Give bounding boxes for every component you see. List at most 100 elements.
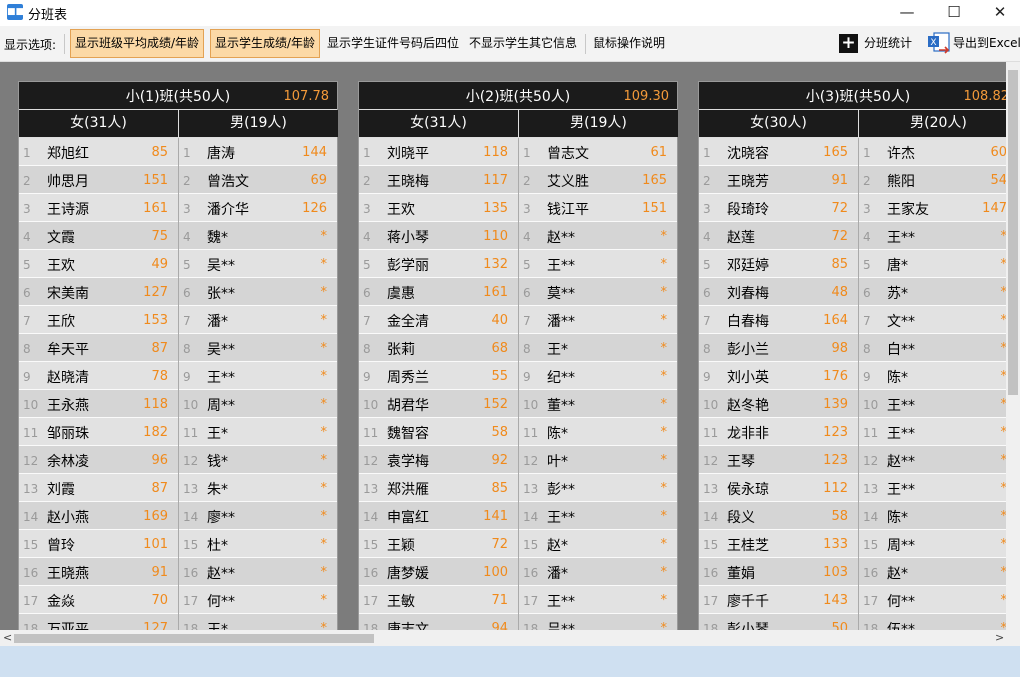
- student-row[interactable]: 10 胡君华 152: [359, 390, 518, 418]
- show-id-last-four-button[interactable]: 显示学生证件号码后四位: [323, 29, 463, 58]
- student-row[interactable]: 13 朱* *: [179, 474, 337, 502]
- minimize-button[interactable]: —: [884, 0, 930, 26]
- student-row[interactable]: 16 潘* *: [519, 558, 677, 586]
- student-row[interactable]: 11 龙非非 123: [699, 418, 858, 446]
- export-excel-button[interactable]: 导出到Excel: [949, 29, 1020, 58]
- class-header[interactable]: 小(3)班(共50人) 108.82: [699, 82, 1017, 109]
- student-row[interactable]: 10 董** *: [519, 390, 677, 418]
- student-row[interactable]: 3 王欢 135: [359, 194, 518, 222]
- student-row[interactable]: 11 邹丽珠 182: [19, 418, 178, 446]
- female-header[interactable]: 女(31人): [359, 110, 518, 137]
- student-row[interactable]: 2 帅思月 151: [19, 166, 178, 194]
- male-header[interactable]: 男(19人): [519, 110, 678, 137]
- student-row[interactable]: 2 王晓梅 117: [359, 166, 518, 194]
- scroll-left-icon[interactable]: <: [3, 631, 12, 644]
- student-row[interactable]: 11 陈* *: [519, 418, 677, 446]
- student-row[interactable]: 7 金全清 40: [359, 306, 518, 334]
- student-row[interactable]: 18 唐志文 94: [359, 614, 518, 630]
- student-row[interactable]: 17 王敏 71: [359, 586, 518, 614]
- student-row[interactable]: 17 廖千千 143: [699, 586, 858, 614]
- student-row[interactable]: 15 曾玲 101: [19, 530, 178, 558]
- student-row[interactable]: 7 文** *: [859, 306, 1017, 334]
- student-row[interactable]: 16 赵** *: [179, 558, 337, 586]
- student-row[interactable]: 13 刘霞 87: [19, 474, 178, 502]
- student-row[interactable]: 17 王** *: [519, 586, 677, 614]
- student-row[interactable]: 6 虞惠 161: [359, 278, 518, 306]
- student-row[interactable]: 12 余林凌 96: [19, 446, 178, 474]
- student-row[interactable]: 12 叶* *: [519, 446, 677, 474]
- student-row[interactable]: 16 赵* *: [859, 558, 1017, 586]
- class-header[interactable]: 小(2)班(共50人) 109.30: [359, 82, 677, 109]
- student-row[interactable]: 6 苏* *: [859, 278, 1017, 306]
- student-row[interactable]: 18 彭小琴 50: [699, 614, 858, 630]
- student-row[interactable]: 16 董娟 103: [699, 558, 858, 586]
- student-row[interactable]: 11 魏智容 58: [359, 418, 518, 446]
- student-row[interactable]: 15 周** *: [859, 530, 1017, 558]
- student-row[interactable]: 2 艾义胜 165: [519, 166, 677, 194]
- plus-icon[interactable]: +: [839, 34, 858, 53]
- student-row[interactable]: 4 王** *: [859, 222, 1017, 250]
- student-row[interactable]: 3 王诗源 161: [19, 194, 178, 222]
- scroll-right-icon[interactable]: >: [995, 631, 1004, 644]
- student-row[interactable]: 4 赵** *: [519, 222, 677, 250]
- student-row[interactable]: 9 赵晓清 78: [19, 362, 178, 390]
- student-row[interactable]: 7 王欣 153: [19, 306, 178, 334]
- student-row[interactable]: 3 钱江平 151: [519, 194, 677, 222]
- student-row[interactable]: 12 袁学梅 92: [359, 446, 518, 474]
- student-row[interactable]: 4 魏* *: [179, 222, 337, 250]
- student-row[interactable]: 15 赵* *: [519, 530, 677, 558]
- excel-icon[interactable]: X: [927, 32, 950, 54]
- student-row[interactable]: 15 王桂芝 133: [699, 530, 858, 558]
- mouse-help-button[interactable]: 鼠标操作说明: [589, 29, 669, 58]
- student-row[interactable]: 14 段义 58: [699, 502, 858, 530]
- student-row[interactable]: 2 王晓芳 91: [699, 166, 858, 194]
- student-row[interactable]: 12 赵** *: [859, 446, 1017, 474]
- student-row[interactable]: 10 王** *: [859, 390, 1017, 418]
- student-row[interactable]: 17 何** *: [179, 586, 337, 614]
- student-row[interactable]: 6 张** *: [179, 278, 337, 306]
- vertical-scrollbar[interactable]: [1006, 62, 1020, 630]
- student-row[interactable]: 14 王** *: [519, 502, 677, 530]
- student-row[interactable]: 18 王* *: [179, 614, 337, 630]
- student-row[interactable]: 6 刘春梅 48: [699, 278, 858, 306]
- student-row[interactable]: 4 文霞 75: [19, 222, 178, 250]
- student-row[interactable]: 2 熊阳 54: [859, 166, 1017, 194]
- student-row[interactable]: 13 王** *: [859, 474, 1017, 502]
- student-row[interactable]: 6 莫** *: [519, 278, 677, 306]
- student-row[interactable]: 4 赵莲 72: [699, 222, 858, 250]
- student-row[interactable]: 5 彭学丽 132: [359, 250, 518, 278]
- student-row[interactable]: 1 刘晓平 118: [359, 138, 518, 166]
- vertical-scroll-thumb[interactable]: [1008, 70, 1018, 395]
- student-row[interactable]: 5 唐* *: [859, 250, 1017, 278]
- student-row[interactable]: 13 郑洪雁 85: [359, 474, 518, 502]
- student-row[interactable]: 10 王永燕 118: [19, 390, 178, 418]
- student-row[interactable]: 2 曾浩文 69: [179, 166, 337, 194]
- student-row[interactable]: 15 杜* *: [179, 530, 337, 558]
- hide-other-info-button[interactable]: 不显示学生其它信息: [465, 29, 581, 58]
- student-row[interactable]: 8 吴** *: [179, 334, 337, 362]
- student-row[interactable]: 14 廖** *: [179, 502, 337, 530]
- student-row[interactable]: 18 伍** *: [859, 614, 1017, 630]
- student-row[interactable]: 1 曾志文 61: [519, 138, 677, 166]
- student-row[interactable]: 10 赵冬艳 139: [699, 390, 858, 418]
- student-row[interactable]: 7 潘* *: [179, 306, 337, 334]
- student-row[interactable]: 9 纪** *: [519, 362, 677, 390]
- student-row[interactable]: 17 何** *: [859, 586, 1017, 614]
- student-row[interactable]: 1 沈晓容 165: [699, 138, 858, 166]
- student-row[interactable]: 1 唐涛 144: [179, 138, 337, 166]
- show-student-score-button[interactable]: 显示学生成绩/年龄: [210, 29, 321, 58]
- student-row[interactable]: 16 王晓燕 91: [19, 558, 178, 586]
- student-row[interactable]: 11 王** *: [859, 418, 1017, 446]
- class-stats-button[interactable]: 分班统计: [860, 29, 916, 58]
- student-row[interactable]: 7 潘** *: [519, 306, 677, 334]
- student-row[interactable]: 6 宋美南 127: [19, 278, 178, 306]
- student-row[interactable]: 9 王** *: [179, 362, 337, 390]
- student-row[interactable]: 9 周秀兰 55: [359, 362, 518, 390]
- horizontal-scroll-thumb[interactable]: [14, 634, 374, 643]
- student-row[interactable]: 10 周** *: [179, 390, 337, 418]
- student-row[interactable]: 8 白** *: [859, 334, 1017, 362]
- student-row[interactable]: 8 王* *: [519, 334, 677, 362]
- female-header[interactable]: 女(31人): [19, 110, 178, 137]
- student-row[interactable]: 13 彭** *: [519, 474, 677, 502]
- student-row[interactable]: 8 张莉 68: [359, 334, 518, 362]
